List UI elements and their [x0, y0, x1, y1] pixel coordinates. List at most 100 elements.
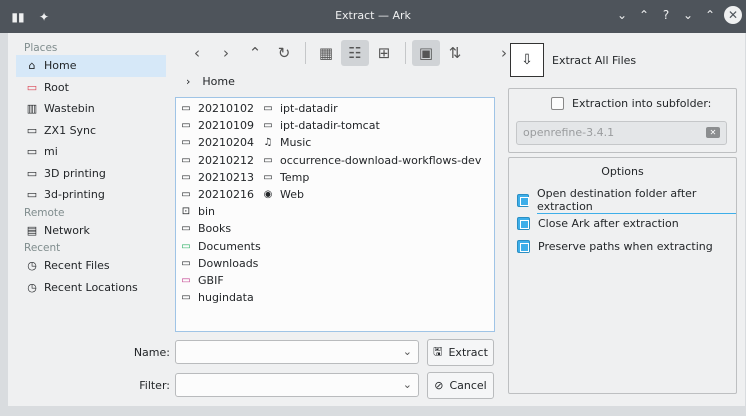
file-item[interactable]: ▭ ipt-datadir [262, 100, 481, 117]
file-item[interactable]: ▭ 20210212 [180, 152, 261, 169]
file-item[interactable]: ▭ 20210102 [180, 100, 261, 117]
folder-icon: ▭ [181, 171, 191, 183]
file-item[interactable]: ▭ GBIF [180, 272, 261, 289]
place-recent-files[interactable]: ◷ Recent Files [16, 255, 166, 277]
place-recent-locations[interactable]: ◷ Recent Locations [16, 277, 166, 299]
place-root[interactable]: ▭ Root [16, 77, 166, 99]
file-item[interactable]: ▭ Documents [180, 238, 260, 255]
extract-all-button[interactable]: ⇩ Extract All Files [510, 43, 636, 77]
file-item[interactable]: ▭ Temp [262, 169, 481, 186]
place-home[interactable]: ⌂ Home [16, 55, 166, 77]
breadcrumb-home[interactable]: Home [202, 75, 234, 88]
folder-icon: ▭ [26, 188, 38, 202]
file-item[interactable]: ▭ 20210109 [180, 117, 261, 134]
folder-icon: ▭ [26, 166, 38, 180]
maximize-icon[interactable]: ⌃ [702, 6, 718, 24]
place-wastebin[interactable]: ▥ Wastebin [16, 98, 166, 120]
file-item[interactable]: ⊡ bin [180, 203, 261, 220]
folder-icon: ▭ [181, 223, 191, 235]
place-network[interactable]: ▤ Network [16, 220, 166, 242]
terminal-folder-icon: ⊡ [181, 206, 191, 218]
folder-icon: ▭ [181, 292, 191, 304]
file-column-1: ▭ 20210102 ▭ 20210109 ▭ 20210204 ▭ 20210212 … [180, 100, 261, 306]
keep-below-icon[interactable]: ⌄ [614, 6, 630, 24]
toolbar-separator [405, 42, 406, 64]
close-ark-checkbox[interactable]: Close Ark after extraction [517, 212, 736, 235]
save-icon: 🖫 [433, 345, 443, 358]
parent-folder-icon[interactable]: ⌃ [241, 40, 269, 66]
dialog-body: Places ⌂ Home ▭ Root ▥ Wastebin ▭ ZX1 Sy… [8, 33, 745, 406]
recent-header: Recent [24, 242, 61, 254]
place-3d-printing[interactable]: ▭ 3D printing [16, 163, 166, 185]
file-item[interactable]: ▭ 20210216 [180, 186, 261, 203]
folder-icon: ▭ [181, 257, 191, 269]
reload-icon[interactable]: ↻ [270, 40, 298, 66]
folder-green-icon: ▭ [181, 240, 191, 252]
chevron-down-icon: ⌄ [402, 378, 412, 391]
file-item[interactable]: ▭ occurrence-download-workflows-dev [262, 152, 481, 169]
file-item[interactable]: ▭ Books [180, 220, 261, 237]
filter-label: Filter: [139, 379, 170, 392]
title-bar: ▮▮ ✦ Extract — Ark ⌄ ⌃ ? ⌄ ⌃ ✕ [0, 0, 746, 33]
subfolder-input[interactable]: openrefine-3.4.1 ✕ [516, 121, 727, 145]
folder-red-icon: ▭ [26, 80, 38, 94]
archive-extract-icon: ⇩ [510, 43, 544, 77]
folder-icon: ▭ [263, 103, 273, 115]
places-header: Places [24, 42, 58, 54]
file-item[interactable]: ◉ Web [262, 186, 481, 203]
keep-above-icon[interactable]: ⌃ [636, 6, 652, 24]
folder-icon: ▭ [26, 145, 38, 159]
network-icon: ▤ [26, 223, 38, 237]
extract-button[interactable]: 🖫 Extract [427, 339, 494, 366]
folder-icon: ▭ [181, 120, 191, 132]
cancel-button[interactable]: ⊘ Cancel [427, 372, 494, 399]
name-label: Name: [133, 346, 170, 359]
file-list[interactable]: ▭ 20210102 ▭ 20210109 ▭ 20210204 ▭ 20210212 … [175, 97, 495, 332]
subfolder-checkbox[interactable]: Extraction into subfolder: [551, 97, 711, 110]
folder-icon: ▭ [181, 137, 191, 149]
preview-icon[interactable]: ▣ [412, 40, 440, 66]
icons-view-icon[interactable]: ▦ [312, 40, 340, 66]
name-combo[interactable]: ⌄ [175, 340, 419, 364]
trash-icon: ▥ [26, 102, 38, 116]
close-icon[interactable]: ✕ [724, 6, 742, 24]
breadcrumb: › Home [186, 75, 235, 88]
place-zx1-sync[interactable]: ▭ ZX1 Sync [16, 120, 166, 142]
folder-icon: ▭ [263, 154, 273, 166]
folder-icon: ▭ [181, 154, 191, 166]
folder-icon: ▭ [181, 103, 191, 115]
file-item[interactable]: ▭ hugindata [180, 289, 261, 306]
place-mi[interactable]: ▭ mi [16, 141, 166, 163]
clear-icon[interactable]: ✕ [706, 127, 720, 138]
globe-icon: ◉ [263, 189, 273, 201]
chevron-down-icon: ⌄ [402, 345, 412, 358]
folder-icon: ▭ [263, 120, 273, 132]
preserve-paths-checkbox[interactable]: Preserve paths when extracting [517, 235, 736, 258]
recent-locations-icon: ◷ [27, 280, 37, 294]
open-destination-checkbox[interactable]: Open destination folder after extraction [517, 187, 736, 214]
minimize-icon[interactable]: ⌄ [680, 6, 696, 24]
folder-icon: ▭ [181, 189, 191, 201]
folder-icon: ▭ [263, 171, 273, 183]
remote-header: Remote [24, 206, 65, 219]
help-icon[interactable]: ? [658, 6, 674, 24]
tree-view-icon[interactable]: ⊞ [370, 40, 398, 66]
recent-files-icon: ◷ [27, 259, 37, 273]
folder-icon: ▭ [26, 123, 38, 137]
file-item[interactable]: ▭ 20210213 [180, 169, 261, 186]
file-item[interactable]: ▭ 20210204 [180, 134, 261, 151]
file-toolbar: ‹ › ⌃ ↻ ▦ ☷ ⊞ ▣ ⇅ › [183, 39, 519, 67]
music-icon: ♫ [263, 137, 273, 149]
back-icon[interactable]: ‹ [183, 40, 211, 66]
file-item[interactable]: ▭ ipt-datadir-tomcat [262, 117, 481, 134]
checkbox-checked [517, 217, 530, 230]
place-3d-printing-2[interactable]: ▭ 3d-printing [16, 184, 166, 206]
filter-combo[interactable]: ⌄ [175, 373, 419, 397]
file-item[interactable]: ♫ Music [262, 134, 481, 151]
breadcrumb-chevron-icon[interactable]: › [186, 75, 190, 88]
checkbox-checked [517, 240, 530, 253]
sort-icon[interactable]: ⇅ [441, 40, 469, 66]
compact-view-icon[interactable]: ☷ [341, 40, 369, 66]
forward-icon[interactable]: › [212, 40, 240, 66]
file-item[interactable]: ▭ Downloads [180, 255, 261, 272]
